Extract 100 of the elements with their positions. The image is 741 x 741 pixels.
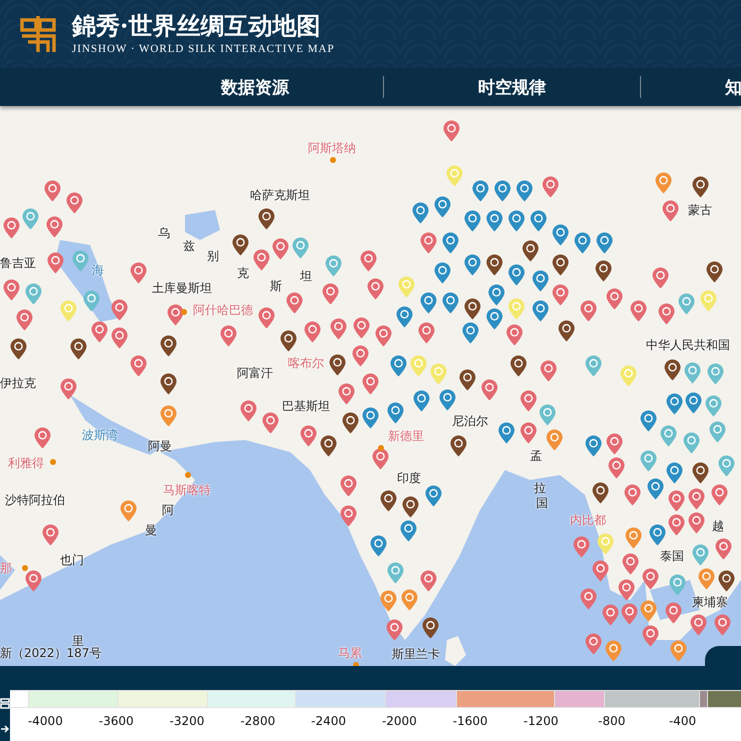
map-pin[interactable] (494, 180, 511, 202)
map-pin[interactable] (532, 270, 549, 292)
map-pin[interactable] (329, 354, 346, 376)
map-pin[interactable] (630, 300, 647, 322)
map-pin[interactable] (506, 324, 523, 346)
map-pin[interactable] (520, 390, 537, 412)
map-pin[interactable] (647, 478, 664, 500)
map-pin[interactable] (47, 252, 64, 274)
map-pin[interactable] (286, 292, 303, 314)
map-pin[interactable] (652, 267, 669, 289)
map-pin[interactable] (602, 604, 619, 626)
map-pin[interactable] (402, 496, 419, 518)
map-pin[interactable] (552, 254, 569, 276)
map-pin[interactable] (25, 570, 42, 592)
map-pin[interactable] (606, 433, 623, 455)
map-pin[interactable] (459, 369, 476, 391)
map-pin[interactable] (574, 232, 591, 254)
map-pin[interactable] (44, 180, 61, 202)
map-pin[interactable] (422, 617, 439, 639)
map-pin[interactable] (658, 303, 675, 325)
map-pin[interactable] (42, 524, 59, 546)
map-pin[interactable] (472, 180, 489, 202)
map-pin[interactable] (160, 373, 177, 395)
map-pin[interactable] (618, 579, 635, 601)
map-pin[interactable] (262, 412, 279, 434)
nav-link[interactable]: 知 (725, 76, 741, 98)
map-pin[interactable] (232, 234, 249, 256)
map-pin[interactable] (481, 379, 498, 401)
map-pin[interactable] (272, 238, 289, 260)
map-pin[interactable] (338, 383, 355, 405)
map-pin[interactable] (60, 378, 77, 400)
map-pin[interactable] (418, 322, 435, 344)
map-pin[interactable] (596, 232, 613, 254)
map-pin[interactable] (353, 317, 370, 339)
map-pin[interactable] (442, 292, 459, 314)
map-pin[interactable] (386, 619, 403, 641)
map-pin[interactable] (622, 553, 639, 575)
nav-link[interactable]: 时空规律 (478, 76, 546, 98)
map-pin[interactable] (34, 427, 51, 449)
map-pin[interactable] (642, 568, 659, 590)
map-pin[interactable] (552, 224, 569, 246)
map-pin[interactable] (340, 505, 357, 527)
map-pin[interactable] (304, 321, 321, 343)
map-pin[interactable] (258, 208, 275, 230)
map-pin[interactable] (462, 322, 479, 344)
map-pin[interactable] (375, 325, 392, 347)
map-pin[interactable] (649, 524, 666, 546)
map-pin[interactable] (664, 359, 681, 381)
map-pin[interactable] (439, 389, 456, 411)
map-pin[interactable] (608, 457, 625, 479)
map-pin[interactable] (390, 355, 407, 377)
map-pin[interactable] (711, 484, 728, 506)
map-pin[interactable] (111, 327, 128, 349)
map-pin[interactable] (425, 485, 442, 507)
map-pin[interactable] (70, 338, 87, 360)
map-pin[interactable] (340, 475, 357, 497)
map-pin[interactable] (300, 425, 317, 447)
map-pin[interactable] (666, 462, 683, 484)
map-pin[interactable] (443, 120, 460, 142)
map-pin[interactable] (592, 560, 609, 582)
map-pin[interactable] (592, 482, 609, 504)
map-pin[interactable] (253, 249, 270, 271)
map-pin[interactable] (580, 300, 597, 322)
map-pin[interactable] (400, 520, 417, 542)
map-pin[interactable] (3, 217, 20, 239)
map-pin[interactable] (685, 392, 702, 414)
map-pin[interactable] (464, 254, 481, 276)
layers-icon[interactable] (0, 697, 10, 710)
map-pin[interactable] (258, 307, 275, 329)
map-pin[interactable] (486, 210, 503, 232)
map-pin[interactable] (330, 318, 347, 340)
map-pin[interactable] (640, 410, 657, 432)
map-pin[interactable] (552, 284, 569, 306)
map-pin[interactable] (362, 373, 379, 395)
map-pin[interactable] (688, 488, 705, 510)
map-pin[interactable] (690, 614, 707, 636)
map-pin[interactable] (532, 300, 549, 322)
map-pin[interactable] (464, 210, 481, 232)
map-pin[interactable] (666, 393, 683, 415)
map-pin[interactable] (434, 196, 451, 218)
map-pin[interactable] (91, 321, 108, 343)
map-pin[interactable] (606, 288, 623, 310)
map-pin[interactable] (488, 284, 505, 306)
map-pin[interactable] (530, 210, 547, 232)
map-pin[interactable] (486, 254, 503, 276)
map-pin[interactable] (240, 400, 257, 422)
map-pin[interactable] (362, 407, 379, 429)
map-pin[interactable] (420, 232, 437, 254)
map-pin[interactable] (486, 308, 503, 330)
map-pin[interactable] (520, 422, 537, 444)
map-pin[interactable] (715, 538, 732, 560)
map-pin[interactable] (540, 360, 557, 382)
map-pin[interactable] (360, 250, 377, 272)
map-pin[interactable] (342, 412, 359, 434)
map-pin[interactable] (46, 216, 63, 238)
map-pin[interactable] (413, 390, 430, 412)
map-pin[interactable] (167, 304, 184, 326)
map-pin[interactable] (412, 202, 429, 224)
map-pin[interactable] (367, 278, 384, 300)
map-pin[interactable] (542, 176, 559, 198)
